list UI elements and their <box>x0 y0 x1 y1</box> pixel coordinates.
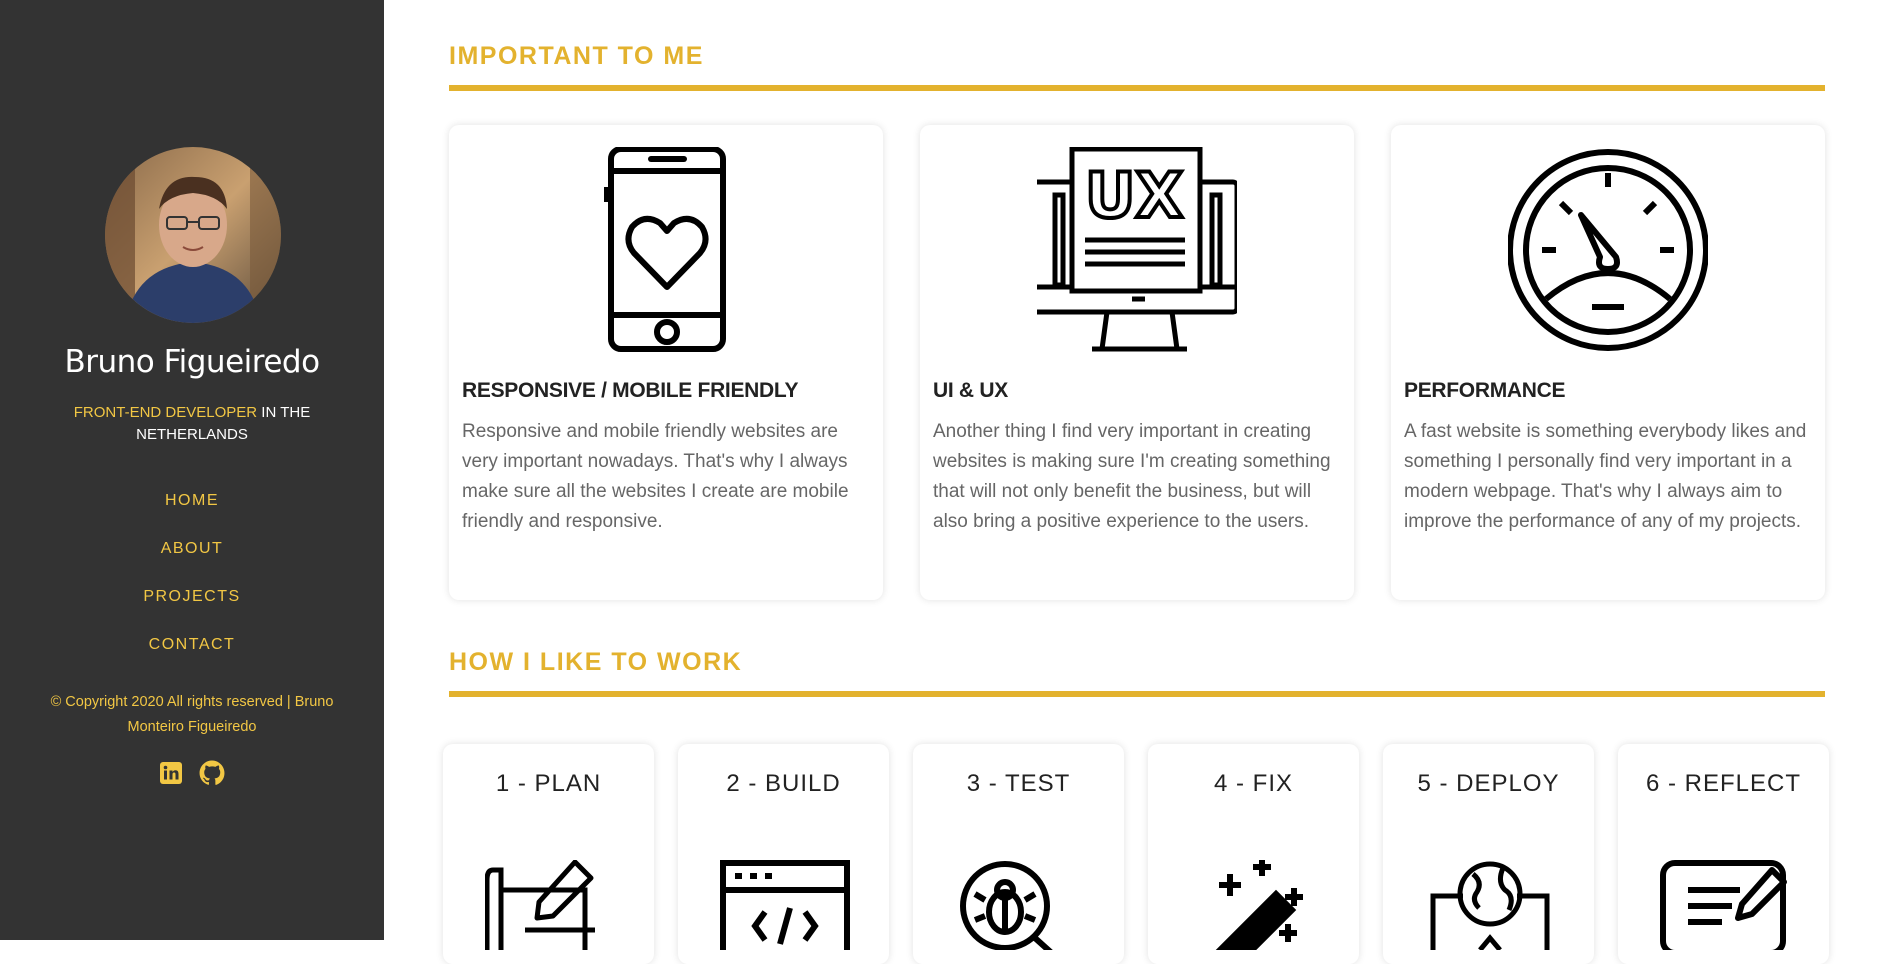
blueprint-pencil-icon <box>484 859 615 950</box>
card-title: UI & UX <box>933 379 1008 402</box>
avatar <box>105 147 281 323</box>
nav-projects[interactable]: PROJECTS <box>0 581 384 629</box>
card-text: Another thing I find very important in c… <box>933 421 1331 532</box>
step-label: 5 - DEPLOY <box>1417 770 1560 797</box>
step-test: 3 - TEST <box>913 744 1124 964</box>
sidebar: Bruno Figueiredo FRONT-END DEVELOPER IN … <box>0 0 384 940</box>
step-label: 6 - REFLECT <box>1645 770 1802 797</box>
card-performance: PERFORMANCE A fast website is something … <box>1391 125 1825 600</box>
card-responsive: RESPONSIVE / MOBILE FRIENDLY Responsive … <box>449 125 883 600</box>
note-pen-icon <box>1660 860 1790 956</box>
globe-upload-icon <box>1425 860 1555 952</box>
work-divider <box>449 691 1825 697</box>
nav-home[interactable]: HOME <box>0 485 384 533</box>
nav-contact[interactable]: CONTACT <box>0 629 384 677</box>
work-title: HOW I LIKE TO WORK <box>449 648 743 676</box>
step-reflect: 6 - REFLECT <box>1618 744 1829 964</box>
speedometer-icon <box>1507 147 1709 352</box>
linkedin-icon[interactable] <box>159 761 183 790</box>
step-label: 2 - BUILD <box>726 770 841 797</box>
profile-photo <box>105 147 281 323</box>
nav-about[interactable]: ABOUT <box>0 533 384 581</box>
github-icon[interactable] <box>199 760 225 791</box>
bug-search-icon <box>955 860 1085 959</box>
card-title: PERFORMANCE <box>1404 379 1566 402</box>
step-label: 1 - PLAN <box>495 770 602 797</box>
important-divider <box>449 85 1825 91</box>
card-uiux: UX UI & UX Another thing I find very imp… <box>920 125 1354 600</box>
important-title: IMPORTANT TO ME <box>449 42 704 70</box>
mobile-heart-icon <box>566 146 766 352</box>
card-text: Responsive and mobile friendly websites … <box>462 421 849 532</box>
profile-name: Bruno Figueiredo <box>64 344 320 380</box>
subtitle-highlight: FRONT-END DEVELOPER <box>73 404 258 421</box>
social-links <box>0 760 384 791</box>
step-deploy: 5 - DEPLOY <box>1383 744 1594 964</box>
card-title: RESPONSIVE / MOBILE FRIENDLY <box>462 379 799 402</box>
magic-wand-icon <box>1190 858 1320 964</box>
code-window-icon <box>720 860 850 956</box>
sidebar-nav: HOME ABOUT PROJECTS CONTACT <box>0 485 384 677</box>
step-plan: 1 - PLAN <box>443 744 654 964</box>
step-label: 3 - TEST <box>966 770 1071 797</box>
profile-subtitle: FRONT-END DEVELOPER IN THE NETHERLANDS <box>60 402 324 446</box>
card-text: A fast website is something everybody li… <box>1404 421 1807 532</box>
step-build: 2 - BUILD <box>678 744 889 964</box>
step-label: 4 - FIX <box>1213 770 1293 797</box>
copyright: © Copyright 2020 All rights reserved | B… <box>50 694 334 735</box>
ux-monitor-icon: UX <box>1029 146 1240 352</box>
step-fix: 4 - FIX <box>1148 744 1359 964</box>
svg-text:UX: UX <box>1085 159 1183 232</box>
